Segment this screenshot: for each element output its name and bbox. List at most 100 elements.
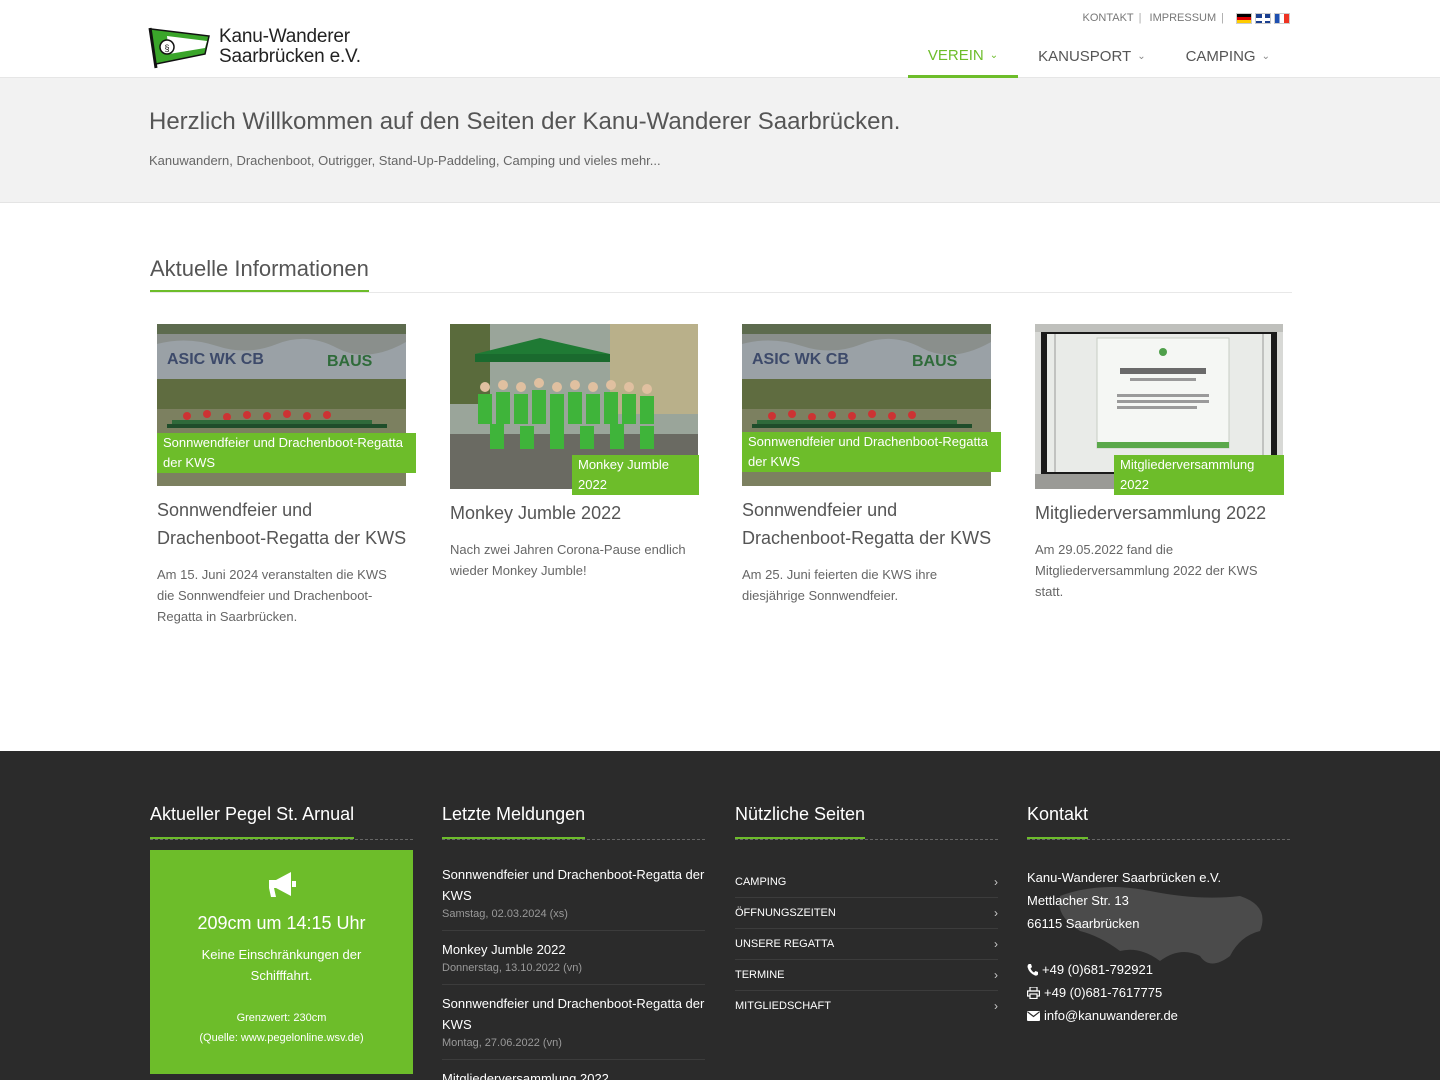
chevron-right-icon: › xyxy=(994,968,998,982)
chevron-down-icon: ⌄ xyxy=(989,49,999,61)
news-item-date: Montag, 27.06.2022 (vn) xyxy=(442,1037,562,1049)
news-card-title[interactable]: Mitgliederversammlung 2022 xyxy=(1035,499,1285,527)
water-level-box: 209cm um 14:15 Uhr Keine Einschränkungen… xyxy=(150,850,413,1074)
link-label: CAMPING xyxy=(735,876,787,888)
news-item-title[interactable]: Sonnwendfeier und Drachenboot-Regatta de… xyxy=(442,993,705,1035)
nav-camping[interactable]: CAMPING ⌄ xyxy=(1166,36,1290,78)
nav-verein[interactable]: VEREIN ⌄ xyxy=(907,36,1019,78)
welcome-banner: Herzlich Willkommen auf den Seiten der K… xyxy=(0,78,1440,203)
news-item-date: Donnerstag, 13.10.2022 (vn) xyxy=(442,962,583,974)
svg-text:ASIC WK CB: ASIC WK CB xyxy=(752,351,849,368)
svg-text:ASIC WK CB: ASIC WK CB xyxy=(167,351,264,368)
news-item-title[interactable]: Sonnwendfeier und Drachenboot-Regatta de… xyxy=(442,864,705,906)
top-links: KONTAKT | IMPRESSUM | xyxy=(1083,12,1290,24)
contact-street: Mettlacher Str. 13 xyxy=(1027,893,1129,908)
svg-text:BAUS: BAUS xyxy=(327,353,373,370)
separator: | xyxy=(1138,12,1142,24)
link-label: TERMINE xyxy=(735,969,785,981)
print-icon xyxy=(1027,986,1040,999)
list-item[interactable]: Monkey Jumble 2022 Donnerstag, 13.10.202… xyxy=(442,931,705,985)
contact-phone-row[interactable]: +49 (0)681-792921 xyxy=(1027,958,1290,981)
svg-text:§: § xyxy=(164,43,169,53)
nav-kanusport[interactable]: KANUSPORT ⌄ xyxy=(1018,36,1165,78)
news-card-text: Am 29.05.2022 fand die Mitgliederversamm… xyxy=(1035,542,1258,599)
contact-phone[interactable]: +49 (0)681-792921 xyxy=(1042,958,1153,981)
footer-heading: Kontakt xyxy=(1027,804,1290,840)
water-level-source[interactable]: (Quelle: www.pegelonline.wsv.de) xyxy=(150,1028,413,1048)
list-item[interactable]: Sonnwendfeier und Drachenboot-Regatta de… xyxy=(442,985,705,1060)
footer-links-column: Nützliche Seiten xyxy=(735,804,998,840)
kontakt-link[interactable]: KONTAKT xyxy=(1083,12,1134,24)
news-card[interactable]: ASIC WK CB BAUS Sonnwendfeier und Drache… xyxy=(742,324,1001,606)
footer-pegel-column: Aktueller Pegel St. Arnual xyxy=(150,804,413,840)
de-flag-icon[interactable] xyxy=(1236,12,1252,24)
footer-heading: Nützliche Seiten xyxy=(735,804,998,840)
envelope-icon xyxy=(1027,1010,1040,1021)
footer-heading: Letzte Meldungen xyxy=(442,804,705,840)
nav-verein-label: VEREIN xyxy=(927,46,984,64)
nav-camping-label: CAMPING xyxy=(1185,48,1256,65)
link-oeffnungszeiten[interactable]: ÖFFNUNGSZEITEN › xyxy=(735,898,998,929)
contact-city: 66115 Saarbrücken xyxy=(1027,916,1140,931)
link-mitgliedschaft[interactable]: MITGLIEDSCHAFT › xyxy=(735,991,998,1022)
contact-info: Kanu-Wanderer Saarbrücken e.V. Mettlache… xyxy=(1027,866,1290,1027)
chevron-right-icon: › xyxy=(994,875,998,889)
contact-name: Kanu-Wanderer Saarbrücken e.V. xyxy=(1027,870,1222,885)
impressum-link[interactable]: IMPRESSUM xyxy=(1150,12,1217,24)
chevron-right-icon: › xyxy=(994,906,998,920)
link-unsere-regatta[interactable]: UNSERE REGATTA › xyxy=(735,929,998,960)
footer-news-column: Letzte Meldungen xyxy=(442,804,705,840)
news-item-title[interactable]: Mitgliederversammlung 2022 xyxy=(442,1068,705,1080)
footer-heading-text: Kontakt xyxy=(1027,804,1089,839)
news-card-caption: Sonnwendfeier und Drachenboot-Regatta de… xyxy=(157,433,416,473)
chevron-down-icon: ⌄ xyxy=(1137,51,1146,62)
footer-heading: Aktueller Pegel St. Arnual xyxy=(150,804,413,840)
link-label: MITGLIEDSCHAFT xyxy=(735,1000,831,1012)
news-card-image[interactable]: Monkey Jumble 2022 xyxy=(450,324,699,495)
nav-kanusport-label: KANUSPORT xyxy=(1038,48,1132,65)
en-flag-icon[interactable] xyxy=(1255,12,1271,24)
contact-email[interactable]: info@kanuwanderer.de xyxy=(1044,1004,1178,1027)
chevron-right-icon: › xyxy=(994,937,998,951)
link-termine[interactable]: TERMINE › xyxy=(735,960,998,991)
logo-line-2: Saarbrücken e.V. xyxy=(219,46,361,67)
news-card-title[interactable]: Sonnwendfeier und Drachenboot-Regatta de… xyxy=(742,496,992,552)
news-card-title[interactable]: Monkey Jumble 2022 xyxy=(450,499,700,527)
shipping-status: Keine Einschränkungen der Schifffahrt. xyxy=(201,947,362,983)
main-navigation: VEREIN ⌄ KANUSPORT ⌄ CAMPING ⌄ xyxy=(907,36,1290,78)
megaphone-icon xyxy=(268,872,296,897)
news-card-image[interactable]: ASIC WK CB BAUS Sonnwendfeier und Drache… xyxy=(157,324,416,486)
link-camping[interactable]: CAMPING › xyxy=(735,867,998,898)
water-level-value: 209cm um 14:15 Uhr xyxy=(197,913,366,933)
separator: | xyxy=(1221,12,1224,24)
footer-contact-column: Kontakt xyxy=(1027,804,1290,840)
news-card[interactable]: Monkey Jumble 2022 Monkey Jumble 2022 Na… xyxy=(450,324,700,581)
news-card[interactable]: Mitgliederversammlung 2022 Mitgliederver… xyxy=(1035,324,1285,602)
page-subtitle: Kanuwandern, Drachenboot, Outrigger, Sta… xyxy=(149,153,661,168)
news-card-title[interactable]: Sonnwendfeier und Drachenboot-Regatta de… xyxy=(157,496,407,552)
fr-flag-icon[interactable] xyxy=(1274,12,1290,24)
link-label: UNSERE REGATTA xyxy=(735,938,835,950)
news-card-caption: Mitgliederversammlung 2022 xyxy=(1114,455,1284,495)
news-card-image[interactable]: ASIC WK CB BAUS Sonnwendfeier und Drache… xyxy=(742,324,1001,486)
water-level-limit: Grenzwert: 230cm xyxy=(236,1012,327,1024)
news-item-date: Samstag, 02.03.2024 (xs) xyxy=(442,908,568,920)
list-item[interactable]: Mitgliederversammlung 2022 xyxy=(442,1060,705,1080)
phone-icon xyxy=(1027,963,1038,976)
chevron-down-icon: ⌄ xyxy=(1261,51,1270,62)
news-card-image[interactable]: Mitgliederversammlung 2022 xyxy=(1035,324,1284,495)
contact-fax-row: +49 (0)681-7617775 xyxy=(1027,981,1290,1004)
club-logo[interactable]: § Kanu-Wanderer Saarbrücken e.V. xyxy=(147,26,362,70)
list-item[interactable]: Sonnwendfeier und Drachenboot-Regatta de… xyxy=(442,856,705,931)
contact-email-row[interactable]: info@kanuwanderer.de xyxy=(1027,1004,1290,1027)
logo-line-1: Kanu-Wanderer xyxy=(219,26,350,47)
news-card-text: Nach zwei Jahren Corona-Pause endlich wi… xyxy=(450,542,686,578)
news-item-title[interactable]: Monkey Jumble 2022 xyxy=(442,939,705,960)
svg-text:BAUS: BAUS xyxy=(912,353,958,370)
footer-heading-text: Nützliche Seiten xyxy=(735,804,866,839)
footer-heading-text: Letzte Meldungen xyxy=(442,804,586,839)
news-card[interactable]: ASIC WK CB BAUS Sonnwendfeier und Drache… xyxy=(157,324,416,627)
news-section-header: Aktuelle Informationen xyxy=(150,256,1292,293)
chevron-right-icon: › xyxy=(994,999,998,1013)
